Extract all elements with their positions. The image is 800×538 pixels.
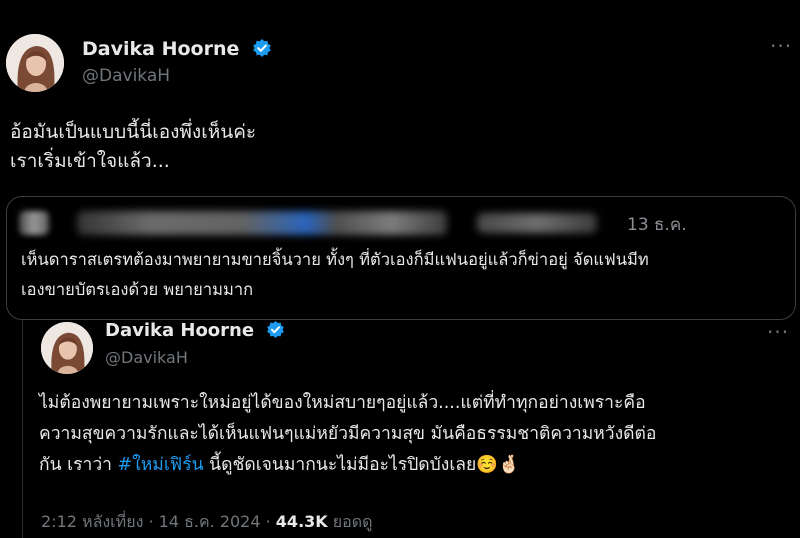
tweet-text-line: อ้อมันเป็นแบบนี้นี่เองพึ่งเห็นค่ะ (10, 121, 257, 143)
reply-text-line: ความสุขความรักและได้เห็นแฟนๆแม่หยัวมีควา… (39, 424, 657, 444)
hashtag-link[interactable]: #ใหม่เฟิร์น (118, 455, 204, 475)
quoted-text-line: เองขายบัตรเองด้วย พยายามมาก (21, 280, 254, 299)
verified-badge-icon (252, 38, 272, 63)
reply-author-handle[interactable]: @DavikaH (105, 348, 188, 367)
tweet-text: อ้อมันเป็นแบบนี้นี่เองพึ่งเห็นค่ะ เราเริ… (10, 118, 256, 176)
emoji: ☺️🤞🏻 (476, 455, 520, 475)
reply-author-name-text[interactable]: Davika Hoorne (105, 320, 254, 341)
quoted-tweet-text: เห็นดาราสเตรทต้องมาพยายามขายจิ้นวาย ทั้ง… (21, 245, 649, 305)
reply-author-name[interactable]: Davika Hoorne (105, 320, 285, 344)
tweet-timestamp[interactable]: 2:12 หลังเที่ยง · 14 ธ.ค. 2024 · (41, 512, 276, 531)
reply-author-avatar[interactable] (41, 322, 93, 374)
more-options-icon[interactable]: ··· (770, 34, 792, 58)
reply-more-options-icon[interactable]: ··· (767, 320, 789, 344)
blurred-author-handle (477, 213, 597, 233)
reply-text-line: กัน เราว่า #ใหม่เฟิร์น นี้ดูชัดเจนมากนะไ… (39, 450, 656, 481)
verified-badge-icon (266, 320, 285, 344)
tweet-metadata: 2:12 หลังเที่ยง · 14 ธ.ค. 2024 · 44.3K ย… (41, 510, 373, 535)
quoted-tweet-card[interactable]: 13 ธ.ค. เห็นดาราสเตรทต้องมาพยายามขายจิ้น… (6, 196, 796, 320)
blurred-author-name (77, 211, 447, 235)
author-name[interactable]: Davika Hoorne (82, 38, 272, 63)
blurred-avatar (19, 211, 49, 235)
views-count: 44.3K (275, 512, 328, 531)
tweet-text-line: เราเริ่มเข้าใจแล้ว... (10, 150, 170, 172)
reply-text-segment: นี้ดูชัดเจนมากนะไม่มีอะไรปิดบังเลย (203, 455, 477, 475)
reply-text-line: ไม่ต้องพยายามเพราะใหม่อยู่ได้ของใหม่สบาย… (39, 393, 646, 413)
author-avatar[interactable] (6, 34, 64, 92)
reply-text: ไม่ต้องพยายามเพราะใหม่อยู่ได้ของใหม่สบาย… (39, 388, 656, 481)
author-handle[interactable]: @DavikaH (82, 66, 170, 86)
reply-text-segment: กัน เราว่า (39, 455, 118, 475)
quoted-text-line: เห็นดาราสเตรทต้องมาพยายามขายจิ้นวาย ทั้ง… (21, 250, 649, 269)
author-name-text[interactable]: Davika Hoorne (82, 38, 239, 60)
views-label: ยอดดู (327, 512, 373, 531)
reply-tweet: Davika Hoorne @DavikaH ··· ไม่ต้องพยายาม… (22, 320, 800, 538)
quoted-tweet-date[interactable]: 13 ธ.ค. (627, 211, 687, 238)
